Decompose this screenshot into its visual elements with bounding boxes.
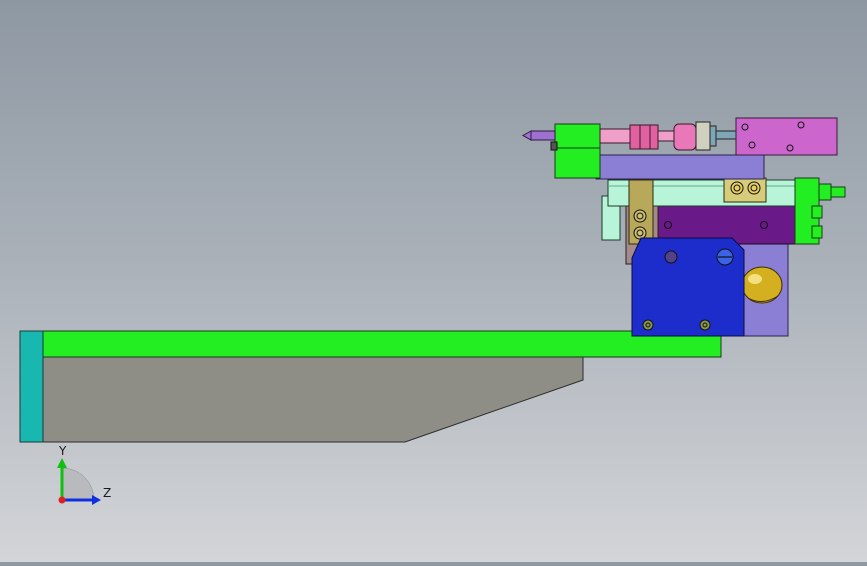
z-axis-label: Z bbox=[103, 486, 111, 500]
purple-probe bbox=[530, 130, 556, 141]
green-arm-bar bbox=[42, 330, 722, 358]
coordinate-triad-icon: Y Z bbox=[57, 444, 111, 505]
brass-ball bbox=[741, 266, 783, 304]
gray-base-wedge bbox=[42, 356, 584, 443]
upper-mechanism[interactable] bbox=[601, 177, 846, 337]
pink-end-block bbox=[735, 117, 838, 156]
lavender-top-plate bbox=[595, 154, 765, 180]
green-cylinder-body bbox=[554, 123, 601, 179]
top-cylinder-assembly[interactable] bbox=[521, 117, 838, 180]
lower-arm-assembly[interactable] bbox=[19, 330, 722, 443]
cad-viewport[interactable]: Y Z bbox=[0, 0, 867, 562]
y-axis-label: Y bbox=[58, 444, 67, 458]
pink-rod bbox=[599, 128, 631, 144]
cad-model-canvas[interactable]: Y Z bbox=[0, 0, 867, 562]
teal-end-plate bbox=[19, 330, 44, 443]
